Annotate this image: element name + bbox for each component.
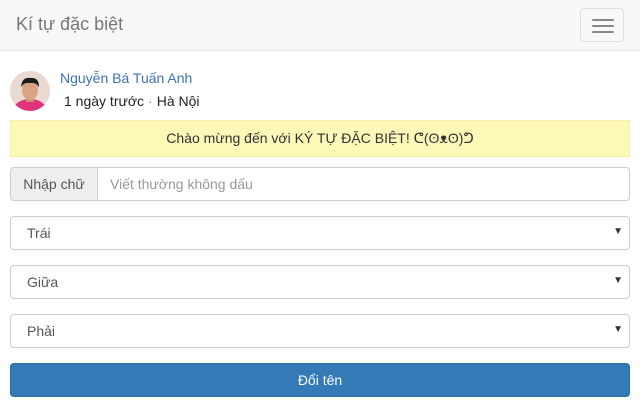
- navbar: Kí tự đặc biệt: [0, 0, 640, 51]
- post-location: Hà Nội: [156, 93, 200, 109]
- post-meta: 1 ngày trước · Hà Nội: [64, 93, 200, 109]
- right-select-value: Phải: [27, 323, 56, 339]
- hamburger-icon: [592, 19, 614, 21]
- text-input-group: Nhập chữ: [10, 167, 630, 201]
- welcome-alert: Chào mừng đến với KÝ TỰ ĐẶC BIỆT! ᕦ(ʘᴥʘ)…: [10, 120, 630, 157]
- hamburger-icon-bar: [592, 31, 614, 33]
- name-text-input[interactable]: [97, 167, 630, 201]
- dropdown-arrow-icon: ▼: [613, 275, 623, 286]
- middle-select-value: Giữa: [27, 274, 59, 290]
- avatar[interactable]: [10, 71, 50, 111]
- author-name-link[interactable]: Nguyễn Bá Tuấn Anh: [60, 70, 192, 86]
- right-symbol-select[interactable]: Phải ▼: [10, 314, 630, 348]
- menu-toggle-button[interactable]: [580, 8, 624, 42]
- meta-separator: ·: [148, 93, 153, 109]
- left-select-value: Trái: [27, 225, 51, 241]
- dropdown-arrow-icon: ▼: [613, 226, 623, 237]
- input-addon-label: Nhập chữ: [10, 167, 98, 201]
- middle-symbol-select[interactable]: Giữa ▼: [10, 265, 630, 299]
- dropdown-arrow-icon: ▼: [613, 324, 623, 335]
- post-time: 1 ngày trước: [64, 93, 145, 109]
- left-symbol-select[interactable]: Trái ▼: [10, 216, 630, 250]
- rename-button[interactable]: Đổi tên: [10, 363, 630, 397]
- hamburger-icon-bar: [592, 25, 614, 27]
- author-block: Nguyễn Bá Tuấn Anh 1 ngày trước · Hà Nội: [10, 68, 630, 114]
- brand-title[interactable]: Kí tự đặc biệt: [16, 14, 123, 35]
